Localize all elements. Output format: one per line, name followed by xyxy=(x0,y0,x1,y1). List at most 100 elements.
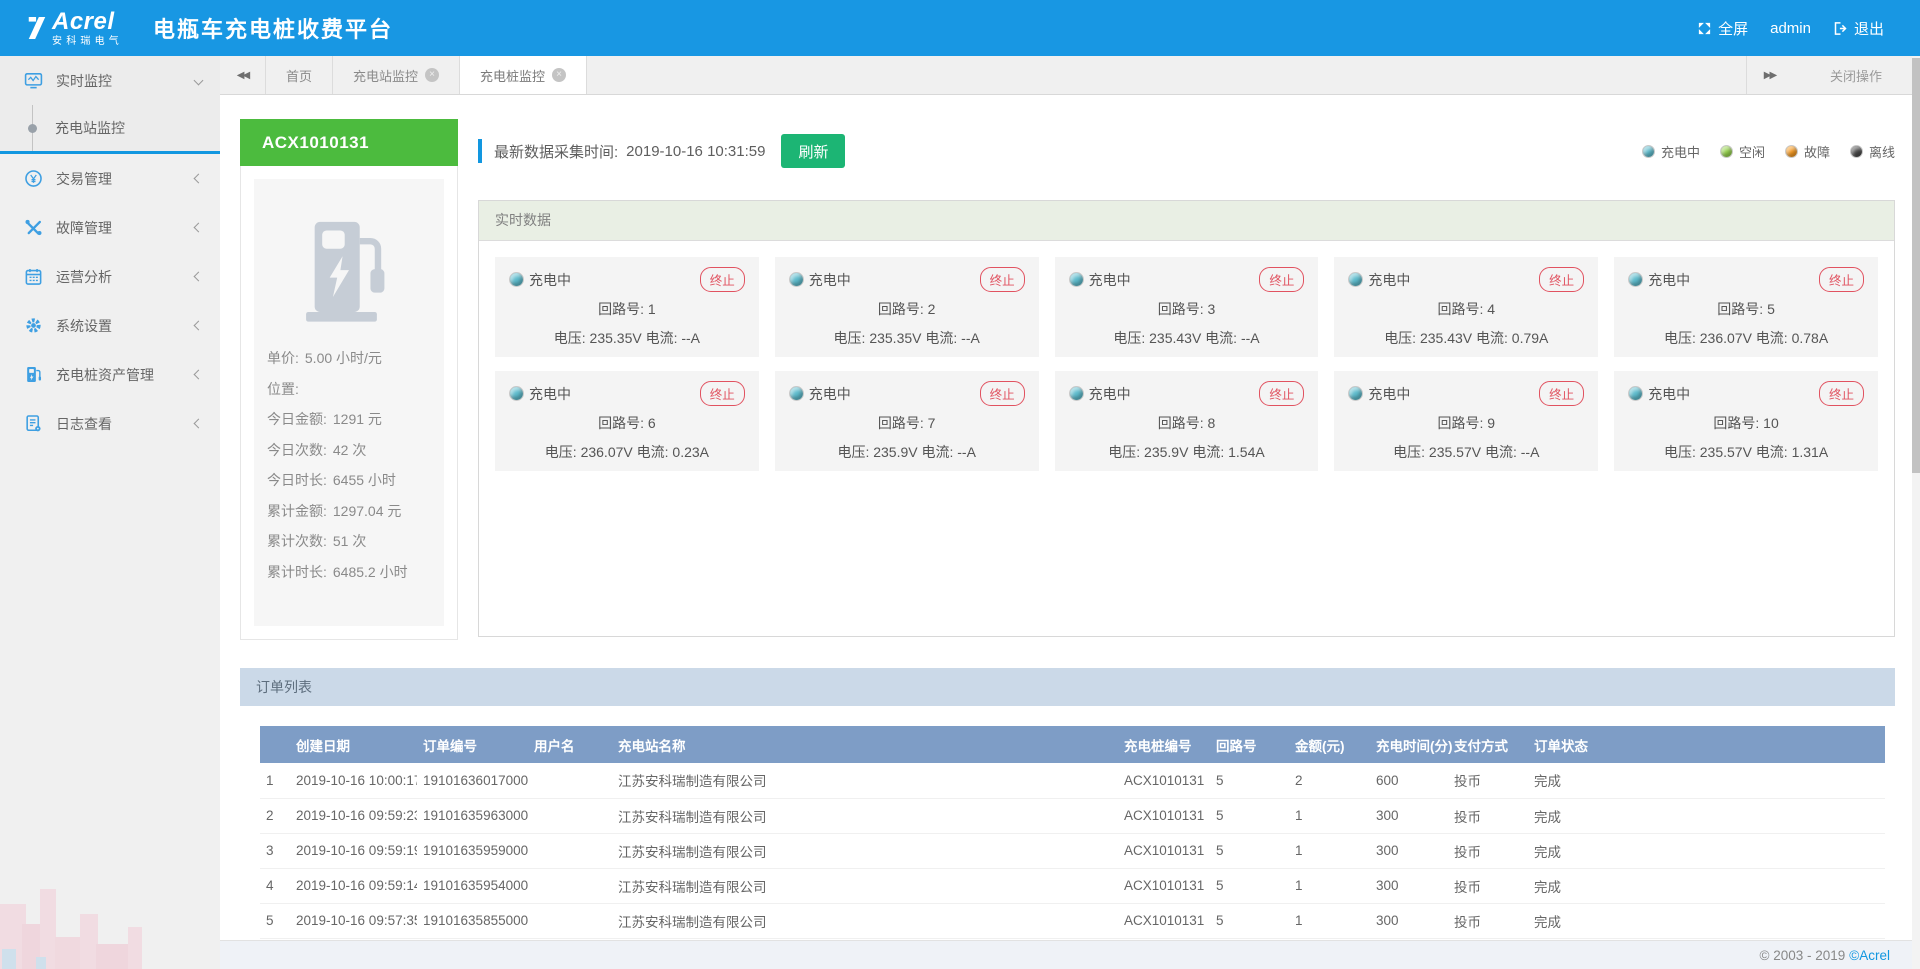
cityscape-decoration xyxy=(0,849,220,969)
sidebar-item-4[interactable]: 系统设置 xyxy=(0,301,220,350)
transaction-icon xyxy=(24,169,43,188)
circuit-values: 电压: 235.9V 电流: 1.54A xyxy=(1069,442,1305,462)
terminate-button[interactable]: 终止 xyxy=(1259,267,1304,292)
circuit-values: 电压: 235.43V 电流: 0.79A xyxy=(1348,328,1584,348)
copyright-text: © 2003 - 2019 xyxy=(1760,948,1846,963)
vertical-scrollbar[interactable] xyxy=(1912,56,1920,969)
table-row[interactable]: 22019-10-16 09:59:231910163596300046江苏安科… xyxy=(260,798,1885,833)
chevron-down-icon xyxy=(194,76,204,86)
tab-close-icon[interactable]: × xyxy=(425,68,439,82)
legend-item: 空闲 xyxy=(1720,142,1765,161)
logout-icon xyxy=(1833,21,1848,36)
tab-close-icon[interactable]: × xyxy=(552,68,566,82)
circuit-card: 充电中 终止回路号: 5 电压: 236.07V 电流: 0.78A xyxy=(1614,257,1878,357)
settings-gear-icon xyxy=(24,316,43,335)
tab-2[interactable]: 充电桩监控× xyxy=(460,56,587,94)
tab-0[interactable]: 首页 xyxy=(266,56,333,94)
table-row[interactable]: 52019-10-16 09:57:351910163585500043江苏安科… xyxy=(260,903,1885,938)
circuit-values: 电压: 235.43V 电流: --A xyxy=(1069,328,1305,348)
footer-brand-link[interactable]: ©Acrel xyxy=(1849,948,1890,963)
orders-column-header: 订单状态 xyxy=(1528,726,1885,763)
sidebar-item-1[interactable]: 交易管理 xyxy=(0,154,220,203)
status-ball-icon xyxy=(1720,145,1733,158)
circuit-status: 充电中 xyxy=(1348,384,1410,404)
terminate-button[interactable]: 终止 xyxy=(1819,267,1864,292)
logout-button[interactable]: 退出 xyxy=(1833,18,1884,39)
acrel-logo-icon xyxy=(26,13,48,43)
circuit-card-grid: 充电中终止回路号: 1电压: 235.35V 电流: --A充电中终止回路号: … xyxy=(479,241,1894,487)
orders-column-header: 支付方式 xyxy=(1448,726,1528,763)
tabs-container: 首页充电站监控×充电桩监控× xyxy=(266,56,587,94)
device-stat: 今日时长:6455 小时 xyxy=(267,470,431,490)
scrollbar-thumb[interactable] xyxy=(1912,58,1920,473)
sidebar-item-0[interactable]: 实时监控 xyxy=(0,56,220,105)
terminate-button[interactable]: 终止 xyxy=(700,267,745,292)
device-id-header: ACX1010131 xyxy=(240,119,458,166)
circuit-values: 电压: 236.07V 电流: 0.78A xyxy=(1628,328,1864,348)
chevron-left-icon xyxy=(194,321,204,331)
terminate-button[interactable]: 终止 xyxy=(1539,381,1584,406)
orders-column-header: 金额(元) xyxy=(1289,726,1370,763)
terminate-button[interactable]: 终止 xyxy=(1539,267,1584,292)
status-ball-icon xyxy=(509,386,524,401)
analysis-calendar-icon xyxy=(24,267,43,286)
refresh-button[interactable]: 刷新 xyxy=(781,134,845,168)
table-row[interactable]: 32019-10-16 09:59:191910163595900045江苏安科… xyxy=(260,833,1885,868)
circuit-values: 电压: 235.35V 电流: --A xyxy=(789,328,1025,348)
user-menu[interactable]: admin xyxy=(1770,20,1811,37)
tabbar: ◀◀ 首页充电站监控×充电桩监控× ▶▶ 关闭操作 xyxy=(220,56,1920,95)
username: admin xyxy=(1770,20,1811,37)
tabs-scroll-right-button[interactable]: ▶▶ xyxy=(1746,56,1792,94)
terminate-button[interactable]: 终止 xyxy=(980,381,1025,406)
fault-icon xyxy=(24,218,43,237)
chevron-left-icon xyxy=(194,419,204,429)
realtime-data-panel: 实时数据 充电中终止回路号: 1电压: 235.35V 电流: --A充电中终止… xyxy=(478,200,1895,637)
terminate-button[interactable]: 终止 xyxy=(980,267,1025,292)
close-operations-button[interactable]: 关闭操作 xyxy=(1792,56,1920,94)
tabs-scroll-left-button[interactable]: ◀◀ xyxy=(220,56,266,94)
circuit-number: 回路号: 8 xyxy=(1069,413,1305,433)
sidebar-subitem[interactable]: 充电站监控 xyxy=(0,105,220,151)
sidebar-item-3[interactable]: 运营分析 xyxy=(0,252,220,301)
orders-column-header: 充电站名称 xyxy=(612,726,1118,763)
table-row[interactable]: 12019-10-16 10:00:171910163601700047江苏安科… xyxy=(260,763,1885,798)
status-ball-icon xyxy=(1850,145,1863,158)
fullscreen-button[interactable]: 全屏 xyxy=(1697,18,1748,39)
collect-time-value: 2019-10-16 10:31:59 xyxy=(626,143,765,160)
pile-asset-icon xyxy=(24,365,43,384)
terminate-button[interactable]: 终止 xyxy=(700,381,745,406)
circuit-number: 回路号: 5 xyxy=(1628,299,1864,319)
sidebar-item-6[interactable]: 日志查看 xyxy=(0,399,220,448)
circuit-status: 充电中 xyxy=(1628,270,1690,290)
collect-time-label: 最新数据采集时间: xyxy=(494,141,618,162)
legend-item: 故障 xyxy=(1785,142,1830,161)
realtime-data-title: 实时数据 xyxy=(479,201,1894,241)
terminate-button[interactable]: 终止 xyxy=(1819,381,1864,406)
status-ball-icon xyxy=(789,272,804,287)
acrel-logo: Acrel 安科瑞电气 xyxy=(26,10,123,47)
orders-column-header xyxy=(260,726,290,763)
orders-section-title: 订单列表 xyxy=(240,668,1895,706)
table-row[interactable]: 42019-10-16 09:59:141910163595400044江苏安科… xyxy=(260,868,1885,903)
circuit-status: 充电中 xyxy=(1069,384,1131,404)
circuit-card: 充电中终止回路号: 3电压: 235.43V 电流: --A xyxy=(1055,257,1319,357)
status-ball-icon xyxy=(1069,272,1084,287)
orders-column-header: 充电桩编号 xyxy=(1118,726,1210,763)
circuit-card: 充电中终止回路号: 2电压: 235.35V 电流: --A xyxy=(775,257,1039,357)
device-stat: 今日金额:1291 元 xyxy=(267,409,431,429)
tab-1[interactable]: 充电站监控× xyxy=(333,56,460,94)
refresh-row: 最新数据采集时间: 2019-10-16 10:31:59 刷新 充电中空闲故障… xyxy=(478,131,1895,171)
chevron-left-icon xyxy=(194,370,204,380)
app-header: Acrel 安科瑞电气 电瓶车充电桩收费平台 全屏 admin 退出 xyxy=(0,0,1920,56)
sidebar-item-2[interactable]: 故障管理 xyxy=(0,203,220,252)
circuit-card: 充电中终止回路号: 10电压: 235.57V 电流: 1.31A xyxy=(1614,371,1878,471)
circuit-status: 充电中 xyxy=(1628,384,1690,404)
circuit-number: 回路号: 2 xyxy=(789,299,1025,319)
status-legend: 充电中空闲故障离线 xyxy=(1642,142,1895,161)
status-ball-icon xyxy=(1628,386,1643,401)
sidebar-item-5[interactable]: 充电桩资产管理 xyxy=(0,350,220,399)
circuit-number: 回路号: 7 xyxy=(789,413,1025,433)
circuit-status: 充电中 xyxy=(509,270,571,290)
status-ball-icon xyxy=(1348,386,1363,401)
terminate-button[interactable]: 终止 xyxy=(1259,381,1304,406)
